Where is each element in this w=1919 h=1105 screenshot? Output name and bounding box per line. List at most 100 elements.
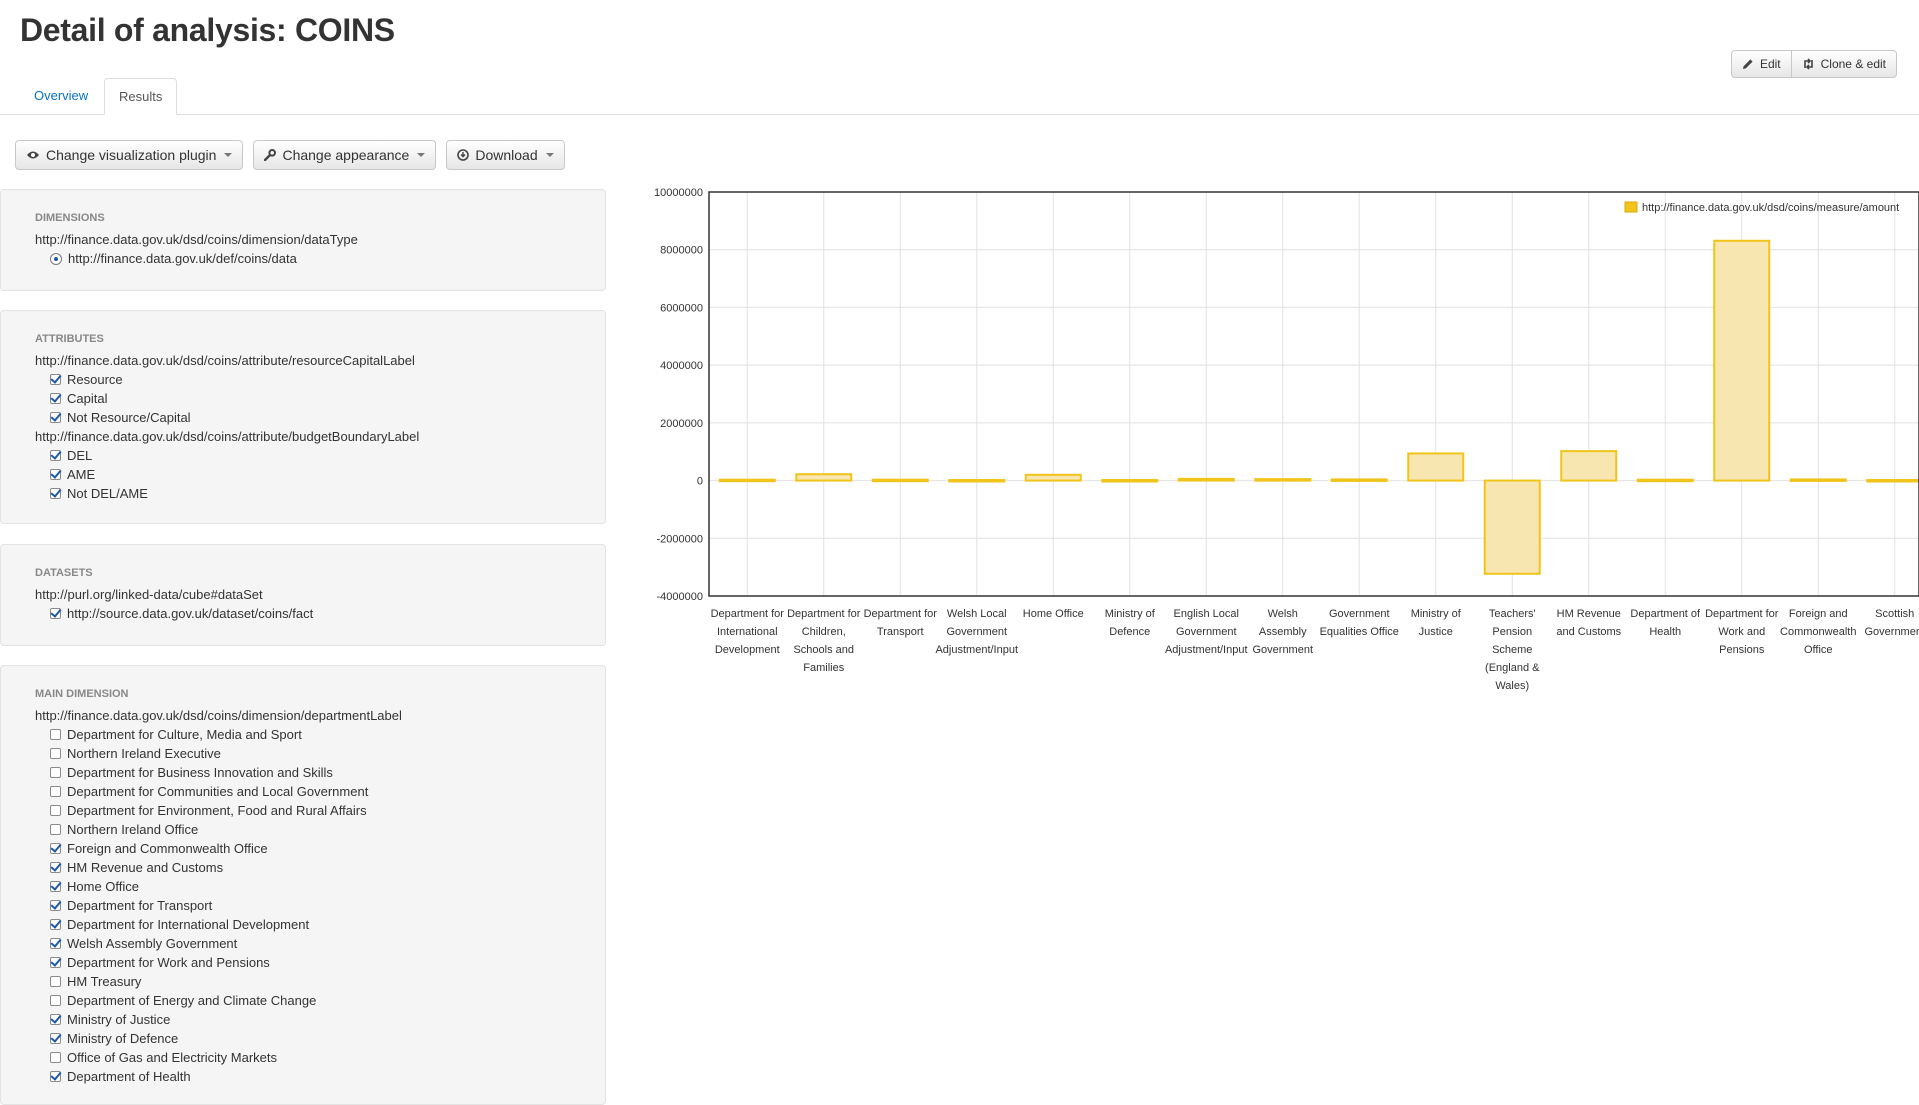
retweet-icon bbox=[1803, 58, 1813, 70]
attribute-option[interactable]: Capital bbox=[35, 389, 571, 408]
x-tick-label: Commonwealth bbox=[1780, 626, 1856, 638]
bar bbox=[871, 478, 929, 483]
checkbox[interactable] bbox=[50, 1052, 61, 1063]
checkbox[interactable] bbox=[50, 862, 61, 873]
checkbox[interactable] bbox=[50, 824, 61, 835]
x-tick-label: Department for bbox=[787, 608, 861, 620]
checkbox[interactable] bbox=[50, 805, 61, 816]
department-option[interactable]: Department for International Development bbox=[35, 915, 571, 934]
x-tick-label: Pensions bbox=[1719, 644, 1765, 656]
bar bbox=[1407, 452, 1465, 482]
results-toolbar: Change visualization plugin Change appea… bbox=[15, 140, 565, 170]
department-option[interactable]: Northern Ireland Office bbox=[35, 820, 571, 839]
x-tick-label: Equalities Office bbox=[1320, 626, 1399, 638]
checkbox[interactable] bbox=[50, 608, 61, 619]
x-tick-label: Work and bbox=[1718, 626, 1765, 638]
attribute-option-label: AME bbox=[67, 467, 96, 482]
department-option-label: Ministry of Justice bbox=[67, 1012, 171, 1027]
checkbox[interactable] bbox=[50, 786, 61, 797]
x-tick-label: Transport bbox=[877, 626, 924, 638]
department-option[interactable]: Department of Energy and Climate Change bbox=[35, 991, 571, 1010]
department-option[interactable]: HM Revenue and Customs bbox=[35, 858, 571, 877]
department-option-label: Department for Work and Pensions bbox=[67, 955, 270, 970]
download-icon bbox=[457, 149, 470, 161]
checkbox[interactable] bbox=[50, 729, 61, 740]
x-tick-label: Government bbox=[1252, 644, 1313, 656]
x-tick-label: Adjustment/Input bbox=[1165, 644, 1248, 656]
checkbox[interactable] bbox=[50, 412, 61, 423]
checkbox[interactable] bbox=[50, 1014, 61, 1025]
department-option[interactable]: Department for Culture, Media and Sport bbox=[35, 725, 571, 744]
department-option[interactable]: Department for Environment, Food and Rur… bbox=[35, 801, 571, 820]
x-tick-label: Welsh Local bbox=[947, 608, 1007, 620]
department-option[interactable]: Office of Gas and Electricity Markets bbox=[35, 1048, 571, 1067]
checkbox[interactable] bbox=[50, 450, 61, 461]
department-option[interactable]: Foreign and Commonwealth Office bbox=[35, 839, 571, 858]
attribute-option[interactable]: DEL bbox=[35, 446, 571, 465]
edit-button[interactable]: Edit bbox=[1730, 50, 1792, 78]
checkbox[interactable] bbox=[50, 767, 61, 778]
checkbox[interactable] bbox=[50, 748, 61, 759]
checkbox[interactable] bbox=[50, 374, 61, 385]
download-button[interactable]: Download bbox=[446, 140, 565, 170]
wrench-icon bbox=[264, 149, 277, 161]
pencil-icon bbox=[1742, 59, 1753, 69]
download-label: Download bbox=[475, 147, 538, 163]
department-option[interactable]: Ministry of Defence bbox=[35, 1029, 571, 1048]
change-appearance-button[interactable]: Change appearance bbox=[253, 140, 437, 170]
radio-button[interactable] bbox=[50, 252, 62, 265]
checkbox[interactable] bbox=[50, 919, 61, 930]
department-option[interactable]: Ministry of Justice bbox=[35, 1010, 571, 1029]
tab-overview[interactable]: Overview bbox=[20, 78, 102, 114]
checkbox[interactable] bbox=[50, 938, 61, 949]
checkbox[interactable] bbox=[50, 843, 61, 854]
x-tick-label: Department for bbox=[711, 608, 785, 620]
department-option-label: Northern Ireland Office bbox=[67, 822, 199, 837]
dataset-option[interactable]: http://source.data.gov.uk/dataset/coins/… bbox=[35, 604, 571, 623]
attribute-option[interactable]: Not Resource/Capital bbox=[35, 408, 571, 427]
bar bbox=[1713, 239, 1771, 482]
department-option[interactable]: Department for Communities and Local Gov… bbox=[35, 782, 571, 801]
checkbox[interactable] bbox=[50, 900, 61, 911]
dimensions-panel: DIMENSIONS http://finance.data.gov.uk/ds… bbox=[0, 189, 606, 291]
x-tick-label: Office bbox=[1804, 644, 1833, 656]
dimension-option[interactable]: http://finance.data.gov.uk/def/coins/dat… bbox=[35, 249, 571, 268]
x-tick-label: Teachers' bbox=[1489, 608, 1536, 620]
attribute-option-label: Not Resource/Capital bbox=[67, 410, 191, 425]
tab-results[interactable]: Results bbox=[104, 78, 178, 115]
checkbox[interactable] bbox=[50, 957, 61, 968]
checkbox[interactable] bbox=[50, 488, 61, 499]
change-visualization-plugin-button[interactable]: Change visualization plugin bbox=[15, 140, 244, 170]
x-tick-label: Wales) bbox=[1495, 680, 1529, 692]
dimension-option-label: http://finance.data.gov.uk/def/coins/dat… bbox=[68, 251, 297, 266]
department-option[interactable]: Department for Work and Pensions bbox=[35, 953, 571, 972]
checkbox[interactable] bbox=[50, 995, 61, 1006]
department-option[interactable]: Department for Transport bbox=[35, 896, 571, 915]
checkbox[interactable] bbox=[50, 393, 61, 404]
department-option[interactable]: Department of Health bbox=[35, 1067, 571, 1086]
department-option[interactable]: Northern Ireland Executive bbox=[35, 744, 571, 763]
attribute-option[interactable]: Not DEL/AME bbox=[35, 484, 571, 503]
department-option[interactable]: HM Treasury bbox=[35, 972, 571, 991]
checkbox[interactable] bbox=[50, 976, 61, 987]
legend-swatch bbox=[1624, 201, 1638, 213]
checkbox[interactable] bbox=[50, 1033, 61, 1044]
checkbox[interactable] bbox=[50, 469, 61, 480]
eye-icon bbox=[27, 151, 39, 159]
department-option-label: Department for International Development bbox=[67, 917, 310, 932]
attribute-option[interactable]: AME bbox=[35, 465, 571, 484]
checkbox[interactable] bbox=[50, 881, 61, 892]
checkbox[interactable] bbox=[50, 1071, 61, 1082]
x-tick-label: Ministry of bbox=[1411, 608, 1462, 620]
department-option[interactable]: Welsh Assembly Government bbox=[35, 934, 571, 953]
main-dimension-heading: MAIN DIMENSION bbox=[35, 688, 129, 700]
x-tick-label: Scottish bbox=[1875, 608, 1914, 620]
y-tick-label: 2000000 bbox=[660, 418, 703, 430]
y-tick-label: 6000000 bbox=[660, 302, 703, 314]
bar bbox=[1177, 477, 1235, 482]
x-tick-label: English Local bbox=[1174, 608, 1239, 620]
clone-edit-button[interactable]: Clone & edit bbox=[1791, 50, 1897, 78]
department-option[interactable]: Department for Business Innovation and S… bbox=[35, 763, 571, 782]
department-option[interactable]: Home Office bbox=[35, 877, 571, 896]
attribute-option[interactable]: Resource bbox=[35, 370, 571, 389]
